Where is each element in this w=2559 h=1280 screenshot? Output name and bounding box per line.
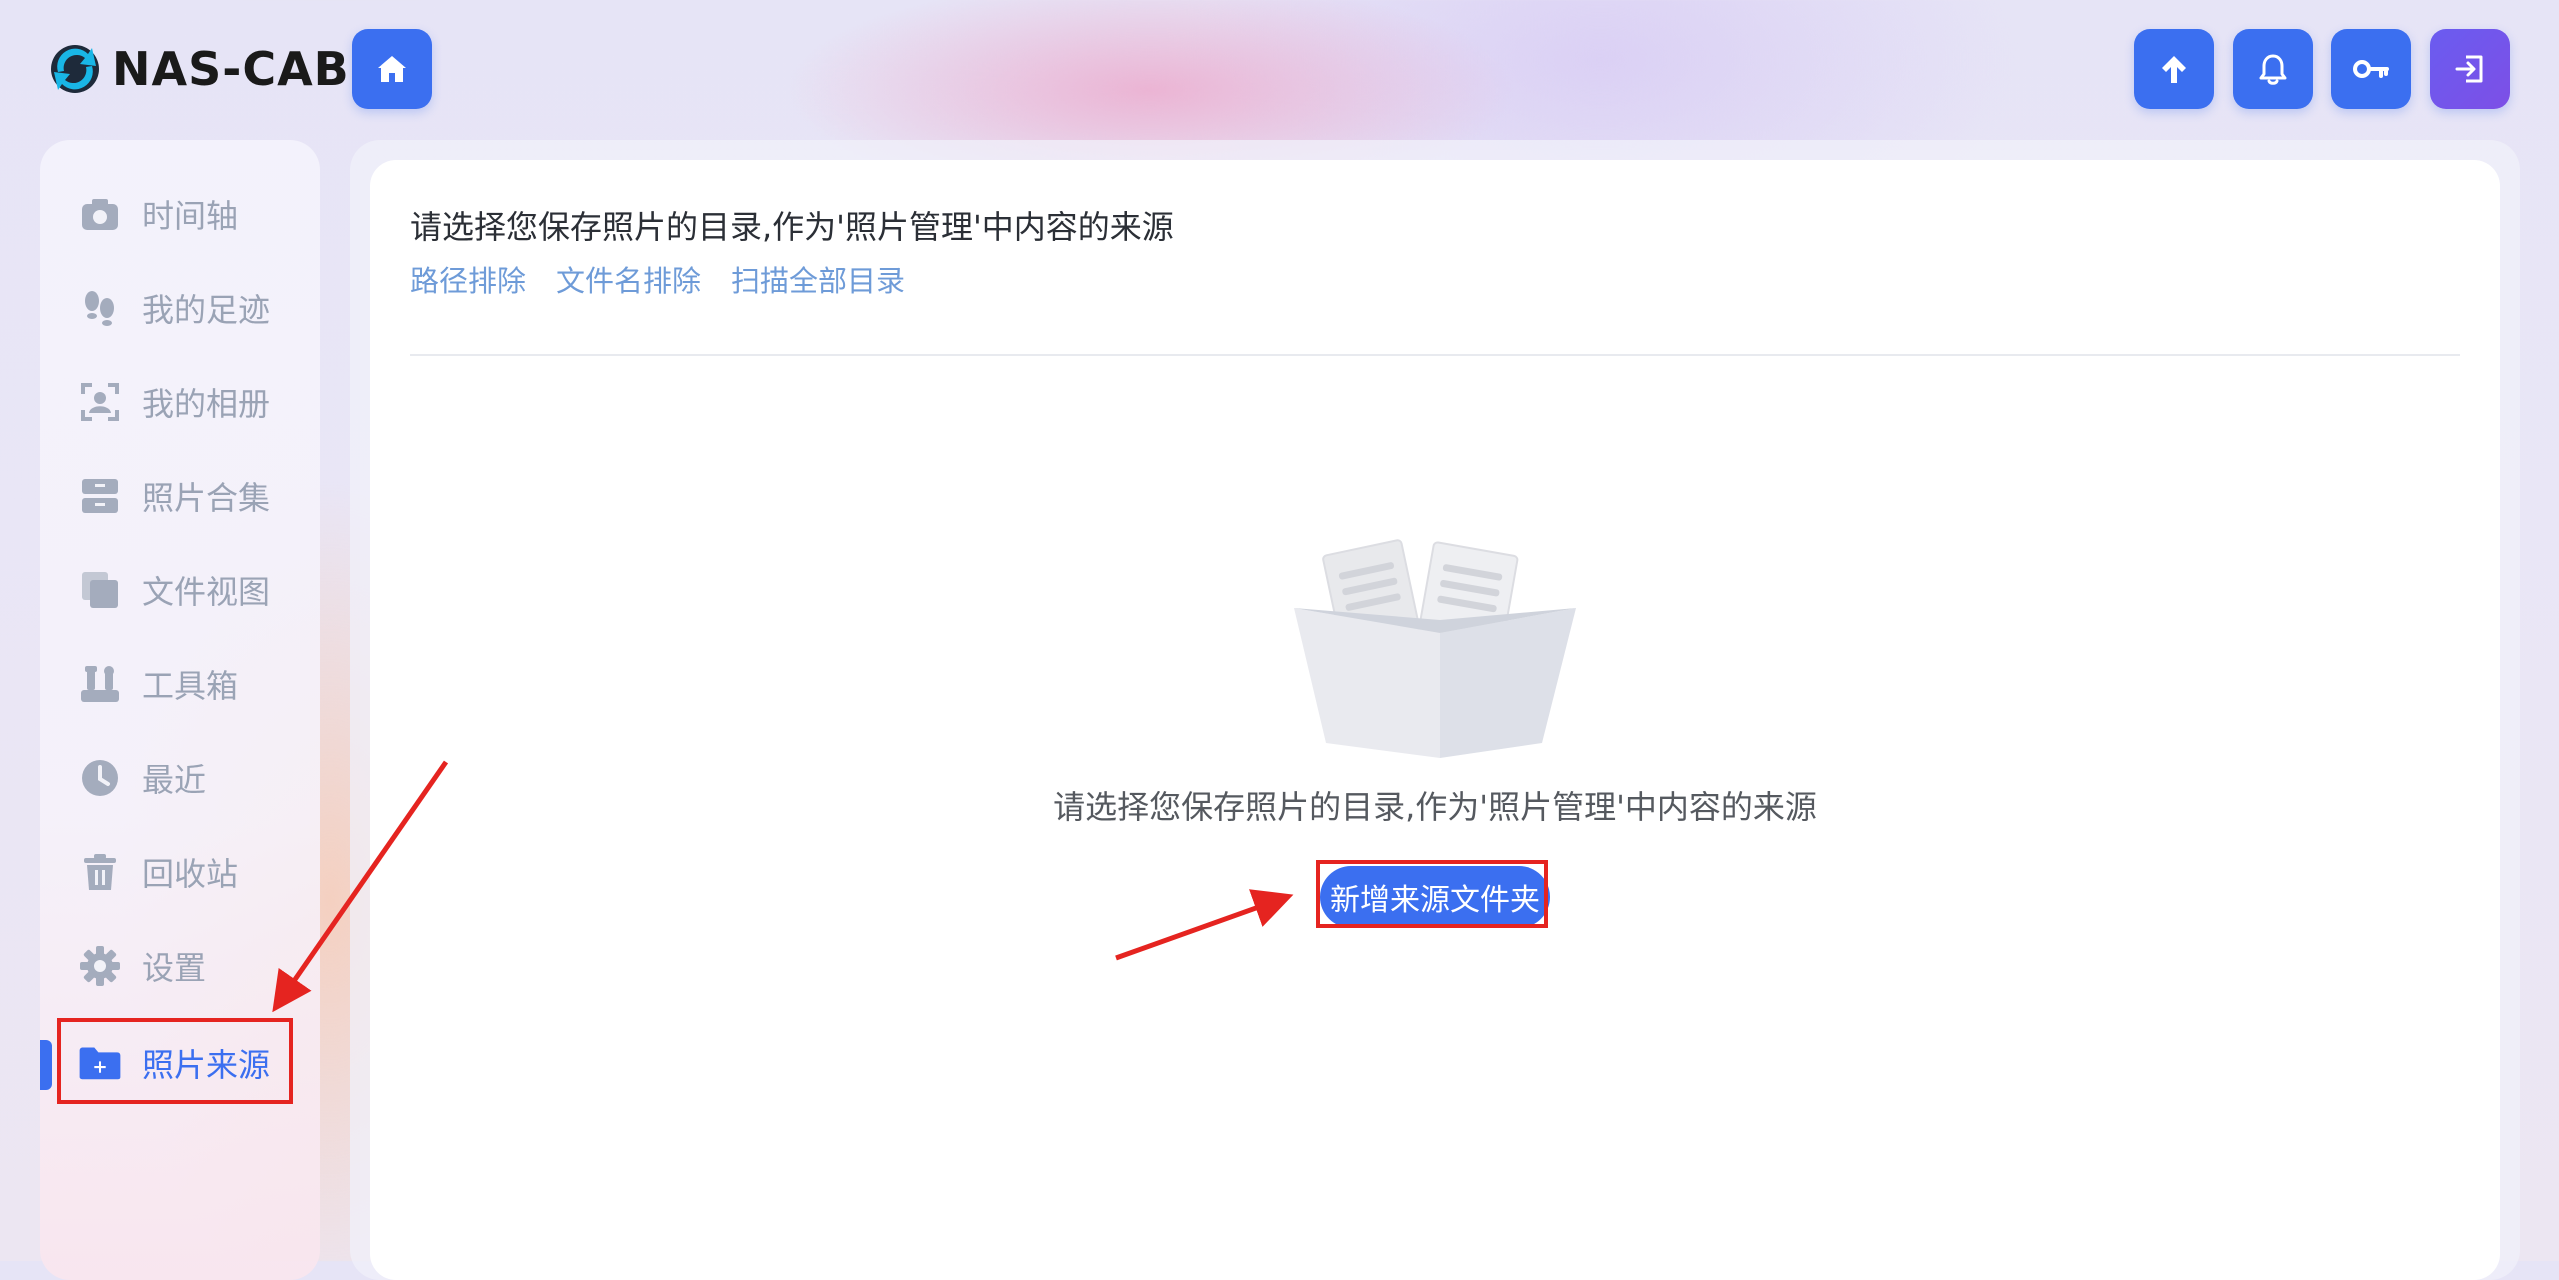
sidebar-item-timeline[interactable]: 时间轴: [40, 184, 320, 244]
archive-icon: [78, 474, 122, 518]
key-button[interactable]: [2331, 29, 2411, 109]
option-links: 路径排除 文件名排除 扫描全部目录: [410, 258, 905, 300]
sidebar-item-label: 时间轴: [142, 197, 239, 235]
sidebar-item-label: 设置: [142, 949, 207, 987]
sidebar-item-settings[interactable]: 设置: [40, 936, 320, 996]
home-button[interactable]: [352, 29, 432, 109]
logout-icon: [2455, 55, 2483, 83]
logo-icon: [51, 45, 99, 93]
sidebar-item-file-view[interactable]: 文件视图: [40, 560, 320, 620]
notifications-button[interactable]: [2233, 29, 2313, 109]
logout-button[interactable]: [2430, 29, 2510, 109]
trash-icon: [78, 850, 122, 894]
sidebar-item-label: 文件视图: [142, 573, 271, 611]
top-bar: NAS-CAB: [0, 0, 2559, 140]
sidebar-item-albums[interactable]: 我的相册: [40, 372, 320, 432]
sidebar-item-label: 回收站: [142, 855, 239, 893]
sidebar: 时间轴 我的足迹 我的相册 照片合集 文件视图 工具箱 最近 回收站 设置 照片…: [40, 140, 320, 1280]
sidebar-item-label: 工具箱: [142, 667, 239, 705]
gear-icon: [78, 944, 122, 988]
sidebar-item-label: 我的相册: [142, 385, 271, 423]
sidebar-item-label: 最近: [142, 761, 207, 799]
highlight-box-sidebar: [57, 1018, 293, 1104]
empty-box-illustration: [1294, 539, 1576, 758]
page-title: 请选择您保存照片的目录,作为'照片管理'中内容的来源: [410, 208, 1174, 246]
app-logo[interactable]: NAS-CAB: [44, 36, 350, 102]
portrait-icon: [78, 380, 122, 424]
scan-all-link[interactable]: 扫描全部目录: [731, 258, 905, 300]
camera-icon: [78, 192, 122, 236]
home-icon: [378, 56, 406, 82]
divider: [410, 354, 2460, 356]
logo-text: NAS-CAB: [112, 42, 350, 96]
sidebar-item-toolbox[interactable]: 工具箱: [40, 654, 320, 714]
active-indicator: [40, 1040, 52, 1090]
sidebar-item-label: 我的足迹: [142, 291, 271, 329]
toolbox-icon: [78, 662, 122, 706]
empty-state-text: 请选择您保存照片的目录,作为'照片管理'中内容的来源: [1053, 788, 1817, 826]
footprints-icon: [78, 286, 122, 330]
clock-icon: [78, 756, 122, 800]
copy-icon: [78, 568, 122, 612]
highlight-box-button: [1316, 860, 1548, 928]
sidebar-item-label: 照片合集: [142, 479, 271, 517]
sidebar-item-recent[interactable]: 最近: [40, 748, 320, 808]
sidebar-item-trash[interactable]: 回收站: [40, 842, 320, 902]
bell-icon: [2259, 54, 2287, 85]
upload-button[interactable]: [2134, 29, 2214, 109]
main-panel: 请选择您保存照片的目录,作为'照片管理'中内容的来源 路径排除 文件名排除 扫描…: [370, 160, 2500, 1280]
arrow-up-icon: [2162, 56, 2186, 83]
key-icon: [2353, 60, 2389, 78]
path-exclude-link[interactable]: 路径排除: [410, 258, 526, 300]
filename-exclude-link[interactable]: 文件名排除: [556, 258, 701, 300]
sidebar-item-footprints[interactable]: 我的足迹: [40, 278, 320, 338]
sidebar-item-collections[interactable]: 照片合集: [40, 466, 320, 526]
